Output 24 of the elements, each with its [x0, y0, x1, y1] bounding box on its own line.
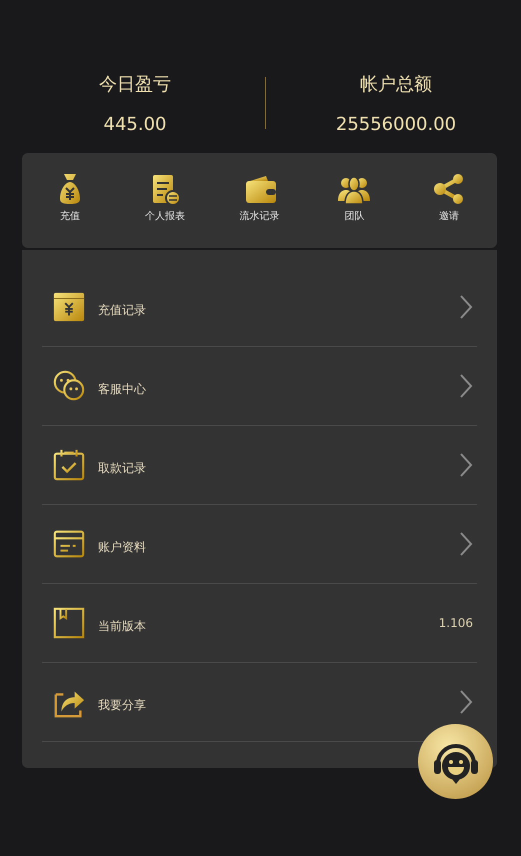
shortcut-button[interactable]: 团队 [316, 153, 392, 248]
calendar-check-icon [52, 448, 86, 482]
chevron-icon [459, 452, 473, 478]
yuan-card-icon [52, 290, 86, 324]
shortcut-button[interactable]: 流水记录 [222, 153, 298, 248]
shortcut-button[interactable]: 充值 [32, 153, 108, 248]
chevron-icon [459, 689, 473, 715]
chevron-icon [459, 294, 473, 320]
chat-icon [52, 369, 86, 403]
stat-label: 今日盈亏 [99, 72, 171, 96]
menu-item[interactable]: 充值记录 [42, 268, 477, 347]
menu-item[interactable]: 客服中心 [42, 347, 477, 426]
version-value: 1.106 [438, 616, 473, 630]
chevron-icon [459, 531, 473, 557]
menu-item[interactable]: 取款记录 [42, 426, 477, 505]
chevron-icon [459, 373, 473, 399]
box-icon [52, 606, 86, 640]
stat-value: 25556000.00 [336, 114, 456, 134]
stat-label: 帐户总额 [360, 72, 432, 96]
shortcut-button[interactable]: 邀请 [411, 153, 487, 248]
shortcut-button[interactable]: 个人报表 [126, 153, 203, 248]
menu-item[interactable]: 账户资料 [42, 505, 477, 584]
stat-value: 445.00 [104, 114, 166, 134]
menu-item[interactable]: 当前版本 1.106 [42, 584, 477, 663]
